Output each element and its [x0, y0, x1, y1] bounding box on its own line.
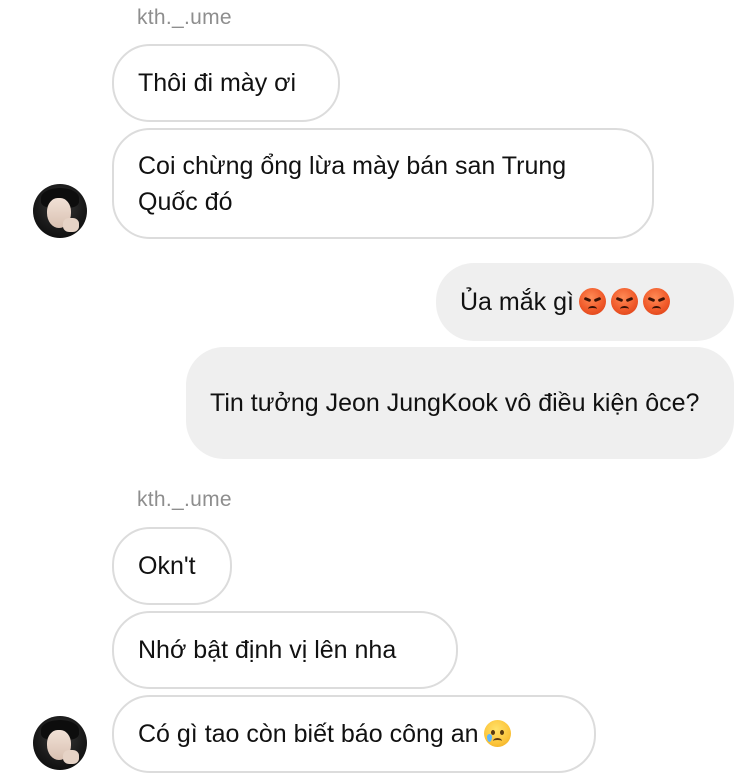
sender-avatar[interactable] — [33, 716, 87, 770]
pouting-face-emoji-icon — [578, 287, 606, 315]
received-message-bubble[interactable]: Okn't — [112, 527, 232, 605]
pouting-face-emoji-icon — [610, 287, 638, 315]
sender-name-label: kth._.ume — [137, 6, 232, 29]
received-message-bubble[interactable]: Có gì tao còn biết báo công an — [112, 695, 596, 773]
message-text: Có gì tao còn biết báo công an — [138, 720, 479, 748]
sent-message-bubble[interactable]: Ủa mắk gì — [436, 263, 734, 341]
sender-avatar[interactable] — [33, 184, 87, 238]
avatar-hand-shape — [63, 218, 79, 232]
sent-message-bubble[interactable]: Tin tưởng Jeon JungKook vô điều kiện ôce… — [186, 347, 734, 459]
message-text: Thôi đi mày ơi — [138, 69, 297, 97]
smiling-face-with-tear-emoji-icon — [483, 719, 511, 747]
message-text: Nhớ bật định vị lên nha — [138, 636, 397, 664]
message-text: Tin tưởng Jeon JungKook vô điều kiện ôce… — [210, 389, 700, 417]
message-text: Ủa mắk gì — [460, 288, 574, 316]
received-message-bubble[interactable]: Nhớ bật định vị lên nha — [112, 611, 458, 689]
message-text: Coi chừng ổng lừa mày bán san Trung Quốc… — [138, 151, 567, 216]
avatar-hand-shape — [63, 750, 79, 764]
received-message-bubble[interactable]: Coi chừng ổng lừa mày bán san Trung Quốc… — [112, 128, 654, 239]
message-text: Okn't — [138, 552, 196, 580]
pouting-face-emoji-icon — [642, 287, 670, 315]
received-message-bubble[interactable]: Thôi đi mày ơi — [112, 44, 340, 122]
sender-name-label: kth._.ume — [137, 488, 232, 511]
